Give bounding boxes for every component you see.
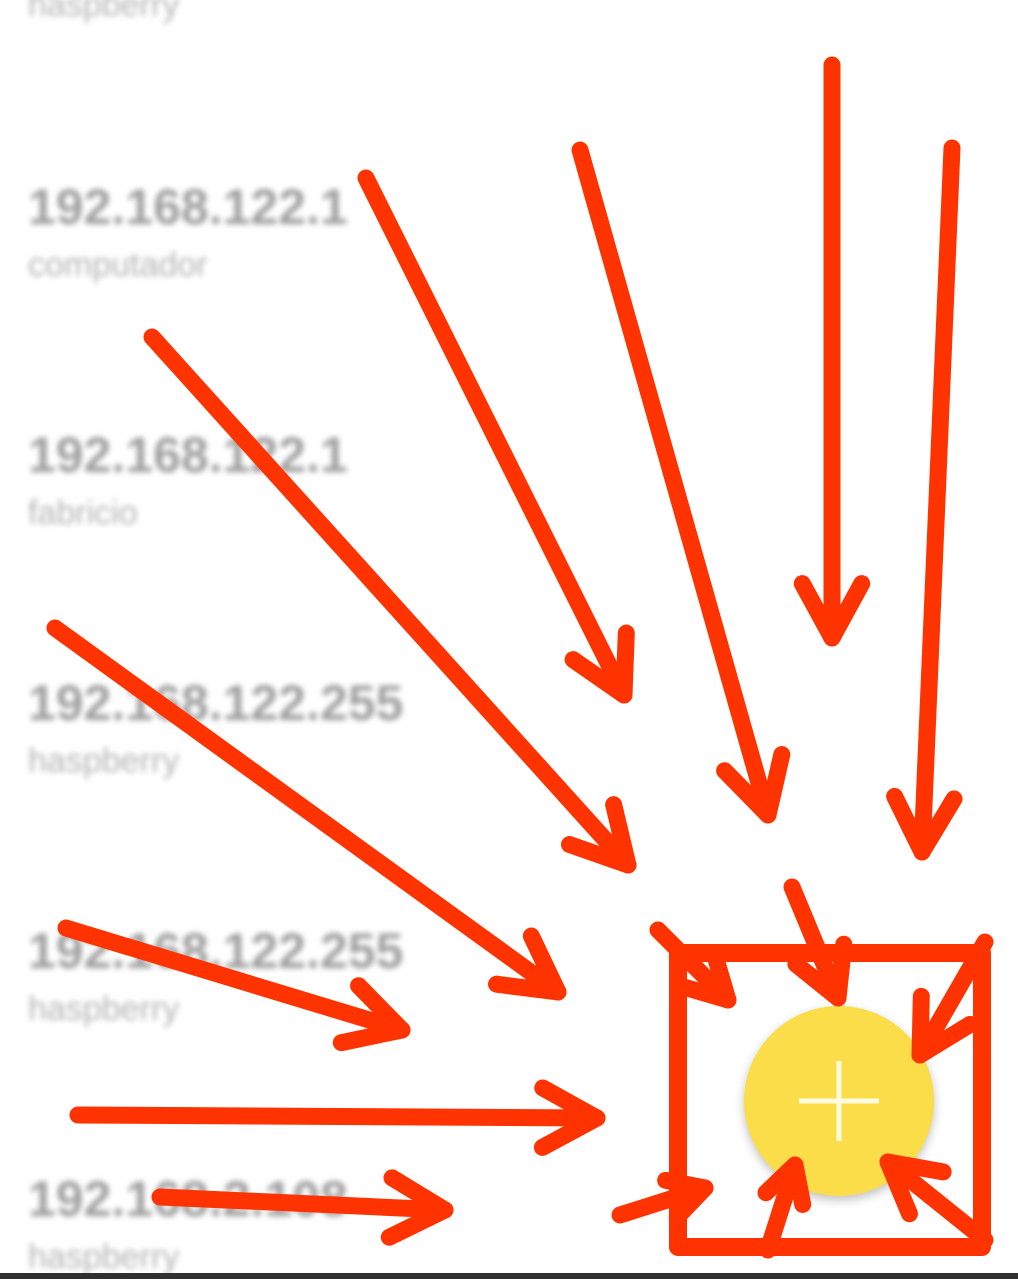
device-host: fabricio (28, 494, 138, 532)
device-ip: 192.168.122.255 (28, 675, 404, 731)
device-ip: 192.168.122.1 (28, 179, 348, 235)
device-host: haspberry (28, 990, 180, 1028)
device-ip: 192.168.122.255 (28, 923, 404, 979)
list-item[interactable]: 192.168.122.255 haspberry (28, 678, 403, 778)
list-item[interactable]: 192.168.122.1 computador (28, 182, 348, 282)
list-item[interactable]: 192.168.122.255 haspberry (28, 926, 403, 1026)
device-host: haspberry (28, 742, 180, 780)
device-host: haspberry (28, 0, 180, 24)
navigation-bar-edge (0, 1273, 1018, 1279)
device-ip: 192.168.2.108 (28, 1171, 348, 1227)
plus-icon (799, 1061, 879, 1141)
device-ip: 192.168.122.1 (28, 427, 348, 483)
list-item[interactable]: haspberry (28, 0, 179, 22)
add-device-button[interactable] (744, 1006, 934, 1196)
device-host: computador (28, 246, 208, 284)
device-host: haspberry (28, 1238, 180, 1276)
list-item[interactable]: 192.168.2.108 haspberry (28, 1174, 348, 1274)
list-item[interactable]: 192.168.122.1 fabricio (28, 430, 348, 530)
